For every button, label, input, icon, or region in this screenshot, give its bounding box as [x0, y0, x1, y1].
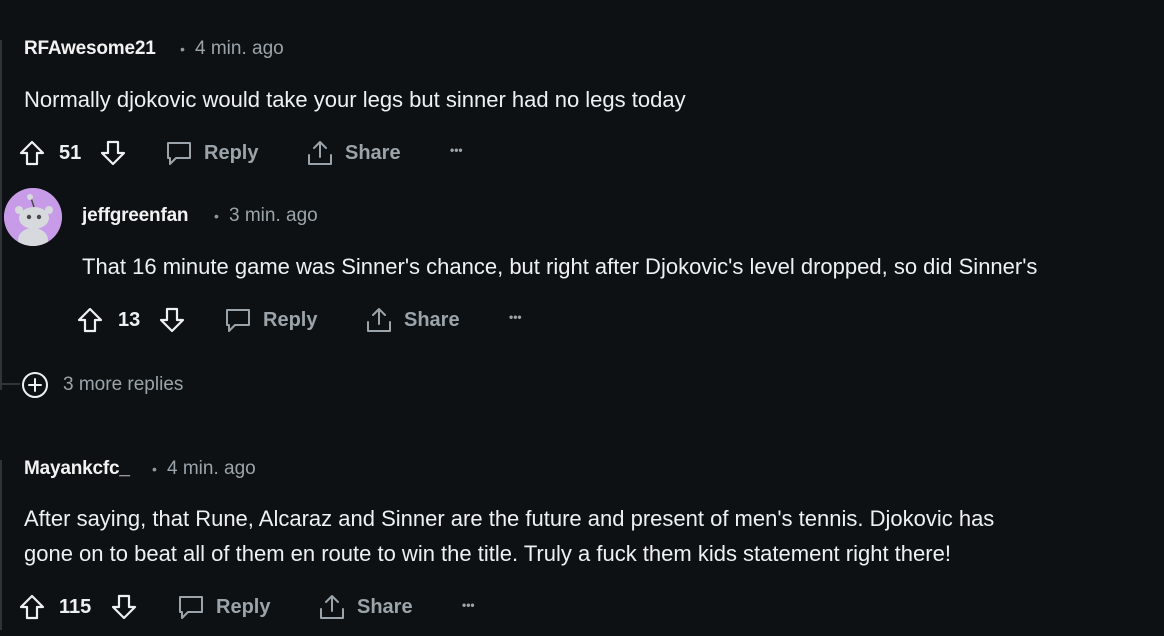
comment-body: Normally djokovic would take your legs b… — [24, 87, 686, 112]
share-upload-icon — [306, 139, 334, 167]
upvote-icon[interactable] — [18, 593, 46, 621]
comment-time[interactable]: 4 min. ago — [167, 458, 256, 480]
share-label: Share — [345, 141, 401, 164]
speech-bubble-icon — [177, 593, 205, 621]
vote-count: 13 — [118, 309, 141, 331]
share-button[interactable]: Share — [318, 593, 413, 621]
separator-dot: • — [152, 461, 157, 477]
more-replies-label: 3 more replies — [63, 374, 184, 395]
ellipsis-icon: ••• — [450, 143, 463, 157]
downvote-icon[interactable] — [158, 306, 186, 334]
vote-count: 115 — [59, 596, 92, 618]
ellipsis-icon: ••• — [462, 598, 475, 612]
separator-dot: • — [180, 41, 185, 57]
share-button[interactable]: Share — [365, 306, 460, 334]
plus-circle-icon — [21, 371, 49, 399]
ellipsis-icon: ••• — [509, 310, 522, 324]
vote-count: 51 — [59, 142, 82, 164]
more-options-button[interactable]: ••• — [450, 143, 463, 157]
downvote-icon[interactable] — [110, 593, 138, 621]
upvote-icon[interactable] — [18, 139, 46, 167]
more-replies-button[interactable]: 3 more replies — [21, 371, 183, 399]
reply-label: Reply — [216, 595, 271, 618]
upvote-icon[interactable] — [76, 306, 104, 334]
thread-line — [0, 460, 2, 630]
reply-button[interactable]: Reply — [165, 139, 258, 167]
share-upload-icon — [365, 306, 393, 334]
share-label: Share — [404, 308, 460, 331]
share-upload-icon — [318, 593, 346, 621]
comment-body-line: After saying, that Rune, Alcaraz and Sin… — [24, 506, 995, 531]
share-label: Share — [357, 595, 413, 618]
speech-bubble-icon — [165, 139, 193, 167]
comment-author[interactable]: RFAwesome21 — [24, 38, 156, 60]
snoo-avatar-icon — [4, 188, 62, 246]
speech-bubble-icon — [224, 306, 252, 334]
reply-button[interactable]: Reply — [177, 593, 270, 621]
reply-label: Reply — [263, 308, 318, 331]
reply-button[interactable]: Reply — [224, 306, 317, 334]
comment-body: That 16 minute game was Sinner's chance,… — [82, 254, 1038, 279]
separator-dot: • — [214, 208, 219, 224]
more-options-button[interactable]: ••• — [509, 310, 522, 324]
share-button[interactable]: Share — [306, 139, 401, 167]
comment-body-line: gone on to beat all of them en route to … — [24, 541, 951, 566]
thread-branch — [0, 383, 20, 385]
downvote-icon[interactable] — [99, 139, 127, 167]
comment-author[interactable]: jeffgreenfan — [82, 205, 189, 227]
reply-label: Reply — [204, 141, 259, 164]
comment-time[interactable]: 4 min. ago — [195, 38, 284, 60]
more-options-button[interactable]: ••• — [462, 598, 475, 612]
thread-line — [0, 40, 2, 390]
comment-time[interactable]: 3 min. ago — [229, 205, 318, 227]
comment-author[interactable]: Mayankcfc_ — [24, 458, 130, 480]
avatar[interactable] — [4, 188, 62, 246]
